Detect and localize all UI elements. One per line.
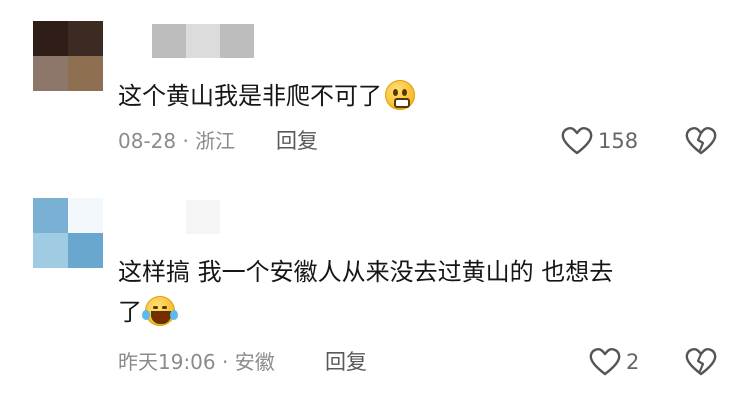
username-pixelated[interactable]	[118, 24, 254, 58]
heart-outline-icon	[561, 127, 593, 155]
avatar-pixel	[68, 56, 103, 91]
pleading-face-emoji	[385, 80, 415, 110]
like-count: 2	[626, 350, 640, 374]
avatar-pixel	[68, 198, 103, 233]
comment-item: 这样搞 我一个安徽人从来没去过黄山的 也想去了 昨天19:06 · 安徽 回复 …	[0, 190, 748, 401]
broken-heart-icon[interactable]	[684, 347, 718, 377]
username-pixelated[interactable]	[118, 200, 254, 234]
comment-text: 这个黄山我是非爬不可了	[118, 76, 718, 116]
comment-meta: 08-28 · 浙江	[118, 129, 236, 153]
broken-heart-icon[interactable]	[684, 126, 718, 156]
avatar-pixel	[33, 198, 68, 233]
avatar-pixel	[68, 21, 103, 56]
reply-button[interactable]: 回复	[276, 127, 318, 155]
avatar-pixel	[33, 21, 68, 56]
avatar[interactable]	[33, 198, 103, 268]
avatar-pixel	[33, 56, 68, 91]
like-button[interactable]: 2	[588, 347, 639, 377]
heart-outline-icon	[589, 348, 621, 376]
avatar-pixel	[33, 233, 68, 268]
like-count: 158	[598, 129, 639, 153]
comment-meta: 昨天19:06 · 安徽	[118, 350, 275, 374]
avatar[interactable]	[33, 21, 103, 91]
laughing-tears-emoji	[142, 296, 178, 326]
comment-item: 这个黄山我是非爬不可了 08-28 · 浙江 回复 158	[0, 0, 748, 190]
like-button[interactable]: 158	[560, 126, 638, 156]
comment-text: 这样搞 我一个安徽人从来没去过黄山的 也想去了	[118, 258, 614, 326]
avatar-pixel	[68, 233, 103, 268]
reply-button[interactable]: 回复	[325, 348, 367, 376]
